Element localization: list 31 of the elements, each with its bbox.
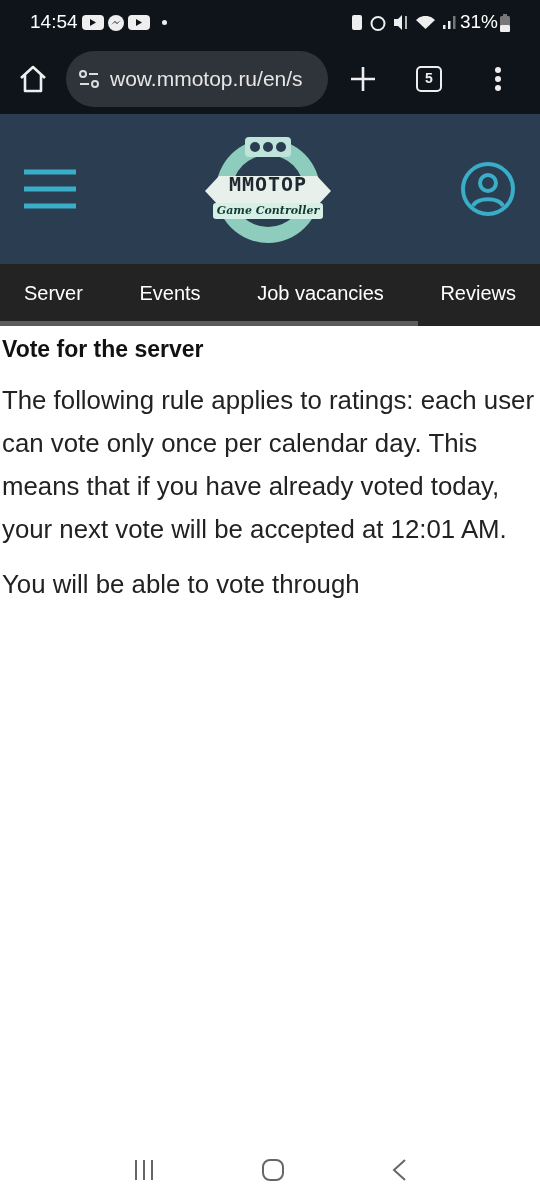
site-settings-icon[interactable] xyxy=(78,69,100,88)
more-icon[interactable] xyxy=(494,65,502,92)
video-app-icon xyxy=(81,15,104,30)
nav-link[interactable]: Events xyxy=(139,277,201,308)
url-text: wow.mmotop.ru/en/s xyxy=(110,65,303,92)
nav-link[interactable]: Job vacancies xyxy=(257,277,384,308)
address-bar[interactable]: wow.mmotop.ru/en/s xyxy=(66,50,328,107)
mute-icon xyxy=(393,15,408,30)
nav-link[interactable]: Reviews xyxy=(440,277,516,308)
site-logo[interactable]: MMOTOP Game Controller xyxy=(203,129,333,249)
status-time: 14:54 xyxy=(30,10,78,35)
battery-icon xyxy=(500,13,510,32)
back-icon[interactable] xyxy=(391,1158,407,1182)
body-paragraph: The following rule applies to ratings: each user can vote only once per calendar day. This means that if you have already voted today, your next vote will be accepted at 12:01 AM. xyxy=(2,384,535,545)
home-button-icon[interactable] xyxy=(261,1158,285,1182)
plus-icon[interactable] xyxy=(350,65,376,92)
recent-apps-icon[interactable] xyxy=(133,1160,155,1180)
logo-title: MMOTOP xyxy=(228,170,308,198)
tab-count-button[interactable]: 5 xyxy=(416,65,442,92)
wifi-icon xyxy=(415,16,435,29)
video-app-icon xyxy=(127,15,150,30)
messenger-icon xyxy=(107,14,124,31)
dot-icon xyxy=(161,20,167,25)
section-heading: Vote for the server xyxy=(2,335,205,364)
body-paragraph: You will be able to vote through xyxy=(2,568,361,600)
menu-icon[interactable] xyxy=(24,168,76,210)
home-icon[interactable] xyxy=(18,64,48,93)
account-icon[interactable] xyxy=(460,161,516,217)
nav-link[interactable]: Server xyxy=(24,277,83,308)
signal-icon xyxy=(442,16,456,29)
battery-percentage: 31% xyxy=(459,10,498,35)
